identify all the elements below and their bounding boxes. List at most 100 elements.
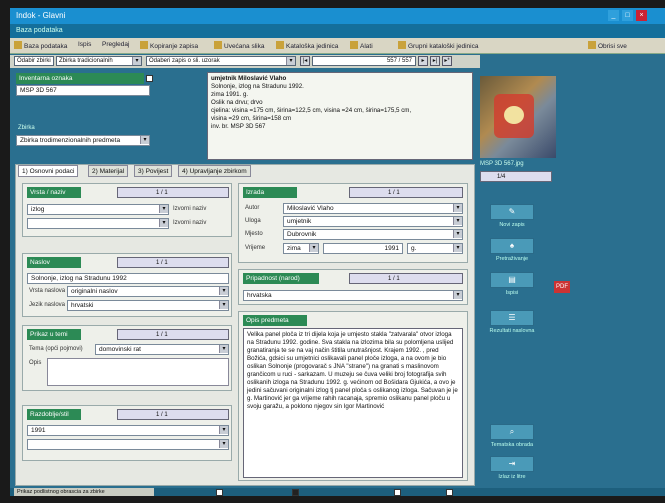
filter-combo[interactable]: Odabir zbirki: [14, 56, 54, 66]
first-record-button[interactable]: |◂: [300, 56, 310, 66]
year-field[interactable]: 1991: [323, 243, 403, 254]
datacija-field2[interactable]: ▾: [27, 439, 229, 450]
tab-upravljanje[interactable]: 4) Upravljanje zbirkom: [178, 165, 251, 177]
tb-pregledaj[interactable]: Pregledaj: [102, 41, 129, 48]
side-label-2: Ispisi: [505, 290, 519, 296]
image-filename: MSP 3D 567.jpg: [480, 161, 524, 167]
artwork-thumbnail[interactable]: [480, 76, 556, 158]
last-record-button[interactable]: ▸|: [430, 56, 440, 66]
results-icon[interactable]: ☰: [490, 310, 534, 326]
uloga-field[interactable]: umjetnik ▾: [283, 216, 463, 227]
collection-field[interactable]: Zbirka trodimenzionalnih predmeta ▾: [16, 135, 150, 146]
tb-katalog[interactable]: Kataloška jedinica: [276, 41, 338, 50]
izrada-header: Izrada: [243, 187, 297, 198]
record-nav-bar: Odabir zbirki Zbirka tradicionalnih ▾ Oda…: [10, 55, 480, 68]
pripadnost-field[interactable]: hrvatska ▾: [243, 290, 463, 301]
naslov-pager[interactable]: 1 / 1: [117, 257, 229, 268]
database-icon: [14, 41, 22, 49]
opis-group: Opis predmeta Velika panel ploča iz tri …: [238, 311, 468, 481]
side-label-5: Izlaz iz litre: [498, 474, 526, 480]
summary-line: visina =29 cm, širina=158 cm: [211, 115, 292, 122]
vrijeme-select[interactable]: zima ▾: [283, 243, 319, 254]
mjesto-field[interactable]: Dubrovnik ▾: [283, 229, 463, 240]
datacija-header: Razdoblje/stil: [27, 409, 81, 420]
tb-baza[interactable]: Baza podataka: [14, 41, 67, 50]
side-buttons: ✎ Novi zapis ♠ Pretraživanje ▤ Ispisi ☰ …: [482, 198, 552, 488]
vrsta-field[interactable]: izlog ▾: [27, 204, 169, 215]
main-form-panel: 1) Osnovni podaci 2) Materijal 3) Povije…: [15, 164, 475, 486]
tab-osnovni[interactable]: 1) Osnovni podaci: [18, 165, 79, 177]
group-icon: [398, 41, 406, 49]
naslov-vrsta-field[interactable]: originalni naslov ▾: [67, 286, 229, 297]
tab-materijal[interactable]: 2) Materijal: [88, 165, 129, 177]
status-check-2[interactable]: [292, 489, 299, 496]
izrada-group: Izrada 1 / 1 Autor Miloslavić Vlaho ▾ Ulo…: [238, 183, 468, 263]
datacija-pager[interactable]: 1 / 1: [117, 409, 229, 420]
prikaz-header: Prikaz u temi: [27, 329, 81, 340]
naslov-vrsta-label: Vrsta naslova: [29, 288, 66, 294]
close-button[interactable]: ×: [636, 10, 647, 21]
era-field[interactable]: g. ▾: [407, 243, 463, 254]
tools-icon: [350, 41, 358, 49]
collection-combo[interactable]: Zbirka tradicionalnih ▾: [56, 56, 142, 66]
next-record-button[interactable]: ▸: [418, 56, 428, 66]
summary-line: cjelina: visina =175 cm, širina=122,5 cm…: [211, 107, 412, 114]
window-title: Indok - Glavni: [16, 11, 66, 20]
artwork-detail: [504, 106, 524, 124]
left-info: Inventarna oznaka MSP 3D 567 Zbirka Zbir…: [16, 73, 153, 163]
binoculars-icon[interactable]: ♠: [490, 238, 534, 254]
side-label-4: Tematska obrada: [490, 442, 534, 448]
status-check-3[interactable]: [394, 489, 401, 496]
pripadnost-pager[interactable]: 1 / 1: [349, 273, 463, 284]
vrsta-field2[interactable]: ▾: [27, 218, 169, 229]
prikaz-type-label: Tema (opći pojmovi): [29, 346, 83, 352]
tb-alati[interactable]: Alati: [350, 41, 373, 50]
status-check-4[interactable]: [446, 489, 453, 496]
datacija-field[interactable]: 1991 ▾: [27, 425, 229, 436]
status-bar: Prikaz podlistnog obrascia za zbirke: [10, 488, 665, 496]
vrsta-pager[interactable]: 1 / 1: [117, 187, 229, 198]
new-record-button[interactable]: ▸*: [442, 56, 452, 66]
status-check-1[interactable]: [216, 489, 223, 496]
collection-label: Zbirka: [18, 125, 35, 131]
pripadnost-header: Pripadnost (narod): [243, 273, 319, 284]
inv-field[interactable]: MSP 3D 567: [16, 85, 150, 96]
vrsta-lbl2: Izvorni naziv: [173, 220, 207, 226]
minimize-button[interactable]: _: [608, 10, 619, 21]
naslov-jezik-label: Jezik naslova: [29, 302, 66, 308]
search-combo[interactable]: Odaberi zapis o sli. uzorak ▾: [146, 56, 296, 66]
summary-line: inv. br. MSP 3D 567: [211, 123, 266, 130]
status-text[interactable]: Prikaz podlistnog obrascia za zbirke: [14, 488, 154, 496]
maximize-button[interactable]: □: [622, 10, 633, 21]
tb-obrisi[interactable]: Obrisi sve: [588, 41, 627, 50]
side-label-0: Novi zapis: [499, 222, 525, 228]
toolbar: Baza podataka Ispis Pregledaj Kopiranje …: [10, 38, 665, 54]
search-icon[interactable]: ⌕: [490, 424, 534, 440]
prikaz-opis-field[interactable]: [47, 358, 229, 386]
tb-grupni[interactable]: Grupni kataloški jedinica: [398, 41, 478, 50]
tb-ispis[interactable]: Ispis: [78, 41, 91, 48]
print-icon[interactable]: ▤: [490, 272, 534, 288]
image-pager[interactable]: 1/4: [480, 171, 552, 182]
menu-bar: Baza podataka: [10, 24, 665, 38]
inv-checkbox[interactable]: [146, 75, 153, 82]
pripadnost-group: Pripadnost (narod) 1 / 1 hrvatska ▾: [238, 269, 468, 305]
tb-uvecana[interactable]: Uvećana slika: [214, 41, 264, 50]
app-window: Indok - Glavni _ □ × Baza podataka Baza …: [10, 8, 665, 496]
tab-povijest[interactable]: 3) Povijest: [134, 165, 173, 177]
prikaz-opis-label: Opis: [29, 360, 42, 366]
inv-label: Inventarna oznaka: [16, 73, 144, 84]
prikaz-type-field[interactable]: domovinski rat ▾: [95, 344, 229, 355]
naslov-field[interactable]: Solnonje, izlog na Stradunu 1992: [27, 273, 229, 284]
new-record-icon[interactable]: ✎: [490, 204, 534, 220]
menu-baza[interactable]: Baza podataka: [16, 27, 63, 34]
opis-text[interactable]: Velika panel ploča iz tri dijela koja je…: [243, 328, 463, 478]
naslov-jezik-field[interactable]: hrvatski ▾: [67, 300, 229, 311]
izrada-pager[interactable]: 1 / 1: [349, 187, 463, 198]
pdf-icon[interactable]: PDF: [554, 281, 570, 293]
tb-kopiranje[interactable]: Kopiranje zapisa: [140, 41, 198, 50]
exit-icon[interactable]: ⇥: [490, 456, 534, 472]
autor-field[interactable]: Miloslavić Vlaho ▾: [283, 203, 463, 214]
prikaz-group: Prikaz u temi 1 / 1 Tema (opći pojmovi) …: [22, 325, 232, 391]
prikaz-pager[interactable]: 1 / 1: [117, 329, 229, 340]
